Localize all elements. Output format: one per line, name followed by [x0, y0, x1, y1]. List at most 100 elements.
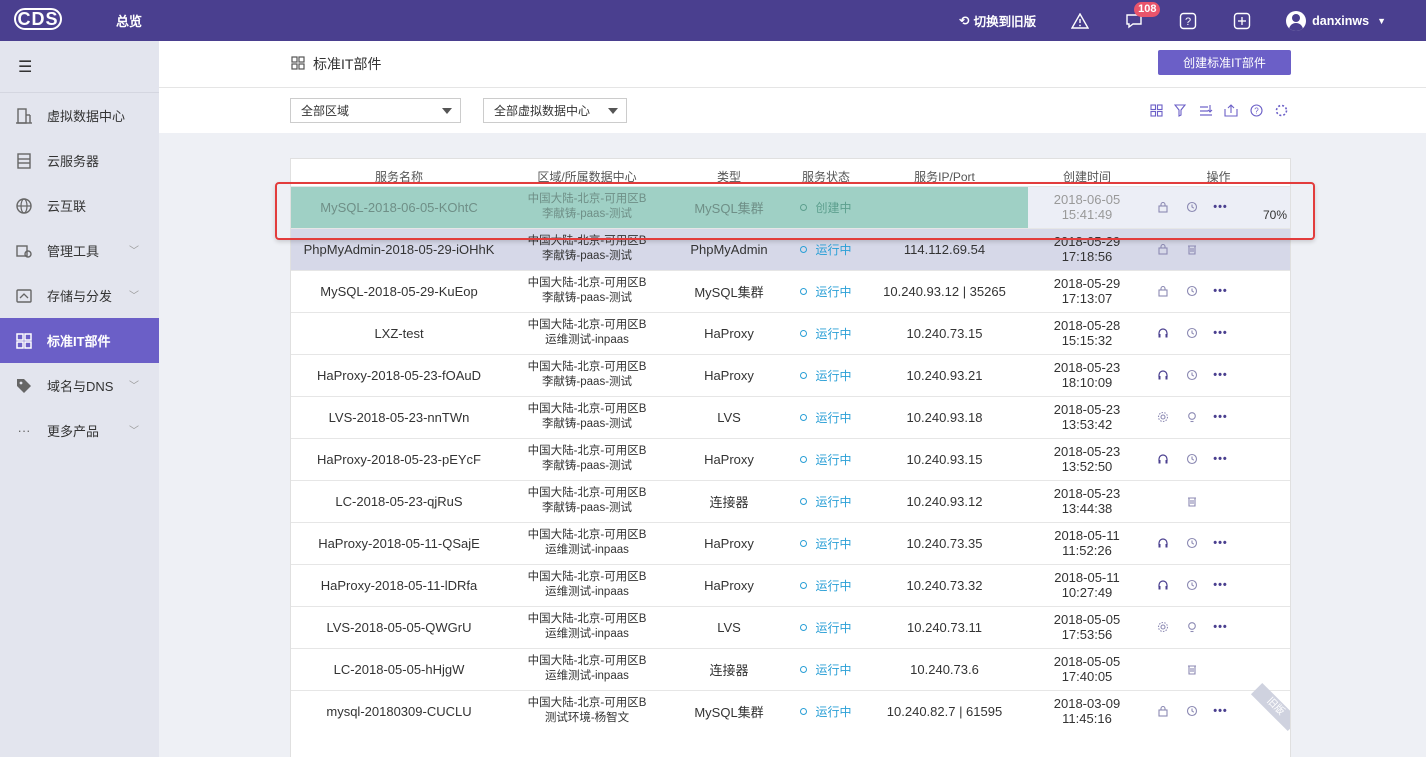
- more-icon[interactable]: •••: [1213, 705, 1227, 718]
- more-icon[interactable]: •••: [1213, 537, 1227, 550]
- service-name-cell[interactable]: PhpMyAdmin-2018-05-29-iOHhK: [291, 227, 507, 270]
- support-icon[interactable]: [1156, 327, 1169, 340]
- sidebar-item-cloud-interconnect[interactable]: 云互联: [0, 183, 159, 228]
- table-row[interactable]: LC-2018-05-23-qjRuS 中国大陆-北京-可用区B 李献铸-paas-…: [291, 479, 1290, 522]
- history-icon[interactable]: [1185, 369, 1198, 382]
- service-name[interactable]: HaProxy-2018-05-11-lDRfa: [321, 578, 478, 593]
- table-row[interactable]: mysql-20180309-CUCLU 中国大陆-北京-可用区B 测试环境-杨智文…: [291, 689, 1290, 732]
- vdc-select[interactable]: 全部虚拟数据中心: [483, 98, 627, 123]
- region-select[interactable]: 全部区域: [290, 98, 461, 123]
- grid-view-icon[interactable]: [1149, 103, 1163, 117]
- history-icon[interactable]: [1185, 537, 1198, 550]
- table-row[interactable]: HaProxy-2018-05-23-pEYcF 中国大陆-北京-可用区B 李献铸-…: [291, 437, 1290, 480]
- service-name-cell[interactable]: LC-2018-05-05-hHjgW: [291, 647, 507, 690]
- service-name[interactable]: LVS-2018-05-05-QWGrU: [327, 620, 472, 635]
- service-name-cell[interactable]: HaProxy-2018-05-23-pEYcF: [291, 437, 507, 480]
- sidebar-item-label: 云互联: [47, 199, 87, 214]
- sidebar-item-management-tools[interactable]: 管理工具 ﹀: [0, 228, 159, 273]
- message-icon[interactable]: 108: [1124, 1, 1161, 31]
- more-icon[interactable]: •••: [1213, 327, 1227, 340]
- history-icon[interactable]: [1185, 285, 1198, 298]
- table-row[interactable]: PhpMyAdmin-2018-05-29-iOHhK 中国大陆-北京-可用区B 李…: [291, 227, 1290, 270]
- support-icon[interactable]: [1156, 579, 1169, 592]
- service-name-cell[interactable]: LVS-2018-05-05-QWGrU: [291, 605, 507, 648]
- lock-icon[interactable]: [1156, 243, 1169, 256]
- user-menu[interactable]: danxinws ▼: [1286, 10, 1386, 31]
- filter-icon[interactable]: [1174, 103, 1188, 117]
- service-name-cell[interactable]: LVS-2018-05-23-nnTWn: [291, 395, 507, 438]
- export-icon[interactable]: [1224, 103, 1238, 117]
- logo[interactable]: CDS: [14, 8, 62, 30]
- lock-icon[interactable]: [1156, 201, 1169, 214]
- service-name[interactable]: HaProxy-2018-05-23-fOAuD: [317, 368, 481, 383]
- more-icon[interactable]: •••: [1213, 285, 1227, 298]
- service-name[interactable]: HaProxy-2018-05-23-pEYcF: [317, 452, 481, 467]
- service-name[interactable]: HaProxy-2018-05-11-QSajE: [318, 536, 480, 551]
- sidebar-item-storage[interactable]: 存储与分发 ﹀: [0, 273, 159, 318]
- table-row[interactable]: LC-2018-05-05-hHjgW 中国大陆-北京-可用区B 运维测试-inpa…: [291, 647, 1290, 690]
- table-row[interactable]: MySQL-2018-05-29-KuEop 中国大陆-北京-可用区B 李献铸-pa…: [291, 269, 1290, 312]
- sort-icon[interactable]: [1199, 103, 1213, 117]
- support-icon[interactable]: [1156, 453, 1169, 466]
- settings-icon[interactable]: [1156, 411, 1169, 424]
- menu-toggle-icon[interactable]: ☰: [0, 41, 159, 93]
- settings-icon[interactable]: [1156, 621, 1169, 634]
- service-name[interactable]: LC-2018-05-05-hHjgW: [334, 662, 465, 677]
- service-name-cell[interactable]: HaProxy-2018-05-11-lDRfa: [291, 563, 507, 606]
- bulb-icon[interactable]: [1185, 621, 1198, 634]
- service-name-cell[interactable]: mysql-20180309-CUCLU: [291, 689, 507, 732]
- service-name[interactable]: LC-2018-05-23-qjRuS: [335, 494, 462, 509]
- more-icon[interactable]: •••: [1213, 201, 1227, 214]
- sidebar-item-cloud-server[interactable]: 云服务器: [0, 138, 159, 183]
- support-icon[interactable]: [1156, 369, 1169, 382]
- overview-link[interactable]: 总览: [116, 11, 142, 30]
- table-row[interactable]: MySQL-2018-06-05-KOhtC 中国大陆-北京-可用区B 李献铸-pa…: [291, 185, 1290, 228]
- service-name-cell[interactable]: MySQL-2018-06-05-KOhtC: [291, 185, 507, 228]
- service-name[interactable]: MySQL-2018-06-05-KOhtC: [320, 200, 478, 215]
- table-row[interactable]: LVS-2018-05-05-QWGrU 中国大陆-北京-可用区B 运维测试-inp…: [291, 605, 1290, 648]
- service-name[interactable]: PhpMyAdmin-2018-05-29-iOHhK: [304, 242, 495, 257]
- service-name-cell[interactable]: HaProxy-2018-05-11-QSajE: [291, 521, 507, 564]
- more-icon[interactable]: •••: [1213, 453, 1227, 466]
- sidebar-item-domain-dns[interactable]: 域名与DNS ﹀: [0, 363, 159, 408]
- support-icon[interactable]: [1156, 537, 1169, 550]
- more-icon[interactable]: •••: [1213, 411, 1227, 424]
- history-icon[interactable]: [1185, 453, 1198, 466]
- table-row[interactable]: LXZ-test 中国大陆-北京-可用区B 运维测试-inpaas HaProxy 运行…: [291, 311, 1290, 354]
- sidebar-item-more-products[interactable]: ··· 更多产品 ﹀: [0, 408, 159, 453]
- sidebar-item-vdc[interactable]: 虚拟数据中心: [0, 93, 159, 138]
- delete-icon[interactable]: [1185, 243, 1198, 256]
- more-icon[interactable]: •••: [1213, 579, 1227, 592]
- table-row[interactable]: HaProxy-2018-05-11-lDRfa 中国大陆-北京-可用区B 运维测试…: [291, 563, 1290, 606]
- table-row[interactable]: HaProxy-2018-05-11-QSajE 中国大陆-北京-可用区B 运维测试…: [291, 521, 1290, 564]
- service-name-cell[interactable]: HaProxy-2018-05-23-fOAuD: [291, 353, 507, 396]
- lock-icon[interactable]: [1156, 285, 1169, 298]
- delete-icon[interactable]: [1185, 663, 1198, 676]
- service-name-cell[interactable]: MySQL-2018-05-29-KuEop: [291, 269, 507, 312]
- switch-old-version-link[interactable]: ⟲ 切换到旧版: [959, 11, 1036, 30]
- more-icon[interactable]: •••: [1213, 621, 1227, 634]
- warning-icon[interactable]: [1070, 11, 1090, 31]
- more-icon[interactable]: •••: [1213, 369, 1227, 382]
- delete-icon[interactable]: [1185, 495, 1198, 508]
- lock-icon[interactable]: [1156, 705, 1169, 718]
- sidebar-item-standard-it[interactable]: 标准IT部件: [0, 318, 159, 363]
- service-name[interactable]: mysql-20180309-CUCLU: [326, 704, 471, 719]
- service-name-cell[interactable]: LXZ-test: [291, 311, 507, 354]
- expand-icon[interactable]: [1232, 11, 1252, 31]
- table-row[interactable]: HaProxy-2018-05-23-fOAuD 中国大陆-北京-可用区B 李献铸-…: [291, 353, 1290, 396]
- refresh-icon[interactable]: [1274, 103, 1288, 117]
- create-button[interactable]: 创建标准IT部件: [1158, 50, 1291, 75]
- table-row[interactable]: LVS-2018-05-23-nnTWn 中国大陆-北京-可用区B 李献铸-paas…: [291, 395, 1290, 438]
- service-name[interactable]: LXZ-test: [374, 326, 423, 341]
- service-name[interactable]: LVS-2018-05-23-nnTWn: [329, 410, 470, 425]
- service-name-cell[interactable]: LC-2018-05-23-qjRuS: [291, 479, 507, 522]
- bulb-icon[interactable]: [1185, 411, 1198, 424]
- help-circle-icon[interactable]: ?: [1249, 103, 1263, 117]
- history-icon[interactable]: [1185, 579, 1198, 592]
- help-icon[interactable]: ?: [1178, 11, 1198, 31]
- history-icon[interactable]: [1185, 201, 1198, 214]
- service-name[interactable]: MySQL-2018-05-29-KuEop: [320, 284, 478, 299]
- history-icon[interactable]: [1185, 327, 1198, 340]
- history-icon[interactable]: [1185, 705, 1198, 718]
